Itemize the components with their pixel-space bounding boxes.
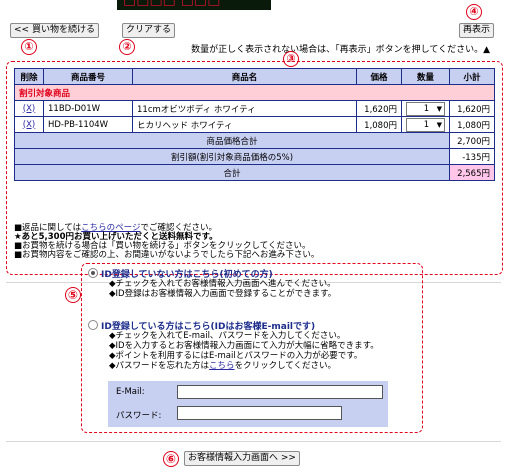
instruction-line: ◆IDを入力するとお客様情報入力画面にて入力が大幅に省略できます。 <box>109 341 379 351</box>
sale-section-row: 割引対象商品 <box>14 84 495 101</box>
table-row: (X) 11BD-D01W 11cmオビツボディ ホワイティ 1,620円 1 ▼… <box>14 100 495 117</box>
table-row: (X) HD-PB-1104W ヒカリヘッド ホワイティ 1,080円 1 ▼ 1… <box>14 116 495 133</box>
quantity-select[interactable]: 1 ▼ <box>406 117 445 132</box>
sale-section-label: 割引対象商品 <box>14 84 495 101</box>
quantity-value: 1 <box>423 103 430 114</box>
summary-row: 合計 2,565円 <box>14 164 495 181</box>
col-subtotal: 小計 <box>449 68 495 85</box>
marker-4: ④ <box>466 4 482 20</box>
chevron-down-icon: ▼ <box>436 120 442 129</box>
cart-table: 削除 商品番号 商品名 価格 数量 小計 割引対象商品 (X) 11BD-D01… <box>14 68 495 181</box>
new-customer-instructions: ◆チェックを入れてお客様情報入力画面へ進んでください。 ◆ID登録はお客様情報入… <box>109 279 336 299</box>
product-code: 11BD-D01W <box>43 100 133 117</box>
divider <box>6 441 501 442</box>
marker-1: ① <box>21 39 37 55</box>
delete-link[interactable]: (X) <box>23 104 35 114</box>
marker-2: ② <box>119 39 135 55</box>
product-price: 1,080円 <box>356 116 402 133</box>
summary-row: 商品価格合計 2,700円 <box>14 132 495 149</box>
password-label: パスワード: <box>116 411 162 421</box>
email-label: E-Mail: <box>116 387 145 397</box>
login-form: E-Mail: パスワード: <box>108 381 388 427</box>
banner-text: □□□□ □□□ <box>123 0 221 8</box>
instruction-line: ◆ID登録はお客様情報入力画面で登録することができます。 <box>109 289 337 299</box>
marker-6: ⑥ <box>163 451 179 467</box>
summary-label: 割引額(割引対象商品価格の5%) <box>14 148 450 165</box>
new-customer-radio[interactable] <box>88 268 98 278</box>
summary-row: 割引額(割引対象商品価格の5%) -135円 <box>14 148 495 165</box>
summary-label: 商品価格合計 <box>14 132 450 149</box>
quantity-select[interactable]: 1 ▼ <box>406 101 445 116</box>
instruction-line: ◆チェックを入れてE-mail、パスワードを入力してください。 <box>109 331 346 341</box>
product-code: HD-PB-1104W <box>43 116 133 133</box>
summary-value: -135円 <box>449 148 495 165</box>
instruction-line: をクリックしてください。 <box>234 361 337 371</box>
forgot-password-link[interactable]: こちら <box>209 361 235 371</box>
delete-link[interactable]: (X) <box>23 120 35 130</box>
col-delete: 削除 <box>14 68 44 85</box>
product-price: 1,620円 <box>356 100 402 117</box>
col-code: 商品番号 <box>43 68 133 85</box>
col-price: 価格 <box>356 68 402 85</box>
instruction-line: ◆チェックを入れてお客様情報入力画面へ進んでください。 <box>109 279 336 289</box>
header-banner: □□□□ □□□ <box>117 0 271 10</box>
member-radio[interactable] <box>88 320 98 330</box>
product-name: 11cmオビツボディ ホワイティ <box>132 100 357 117</box>
product-subtotal: 1,620円 <box>449 100 495 117</box>
product-name: ヒカリヘッド ホワイティ <box>132 116 357 133</box>
refresh-notice: 数量が正しく表示されない場合は、「再表示」ボタンを押してください。▲ <box>191 45 490 55</box>
member-instructions: ◆チェックを入れてE-mail、パスワードを入力してください。 ◆IDを入力する… <box>109 331 379 371</box>
summary-value: 2,700円 <box>449 132 495 149</box>
total-label: 合計 <box>14 164 450 181</box>
marker-5: ⑤ <box>65 287 81 303</box>
proceed-button[interactable]: お客様情報入力画面へ >> <box>184 451 300 466</box>
col-qty: 数量 <box>401 68 450 85</box>
email-field[interactable] <box>177 385 383 399</box>
col-name: 商品名 <box>132 68 357 85</box>
total-value: 2,565円 <box>449 164 495 181</box>
confirm-note: ■お買物内容をご確認の上、お間違いがないようでしたら下記へお進み下さい。 <box>14 250 320 260</box>
cart-header-row: 削除 商品番号 商品名 価格 数量 小計 <box>14 68 495 85</box>
clear-cart-button[interactable]: クリアする <box>122 23 176 38</box>
instruction-line: ◆ポイントを利用するにはE-mailとパスワードの入力が必要です。 <box>109 351 363 361</box>
refresh-button[interactable]: 再表示 <box>459 23 495 38</box>
instruction-line: ◆パスワードを忘れた方は <box>109 361 210 371</box>
product-subtotal: 1,080円 <box>449 116 495 133</box>
password-field[interactable] <box>177 406 342 420</box>
chevron-down-icon: ▼ <box>436 104 442 113</box>
continue-shopping-button[interactable]: << 買い物を続ける <box>10 23 99 38</box>
cart-notes: ■返品に関してはこちらのページでご確認ください。 ★あと5,300円お買い上げい… <box>14 224 319 260</box>
quantity-value: 1 <box>423 119 430 130</box>
